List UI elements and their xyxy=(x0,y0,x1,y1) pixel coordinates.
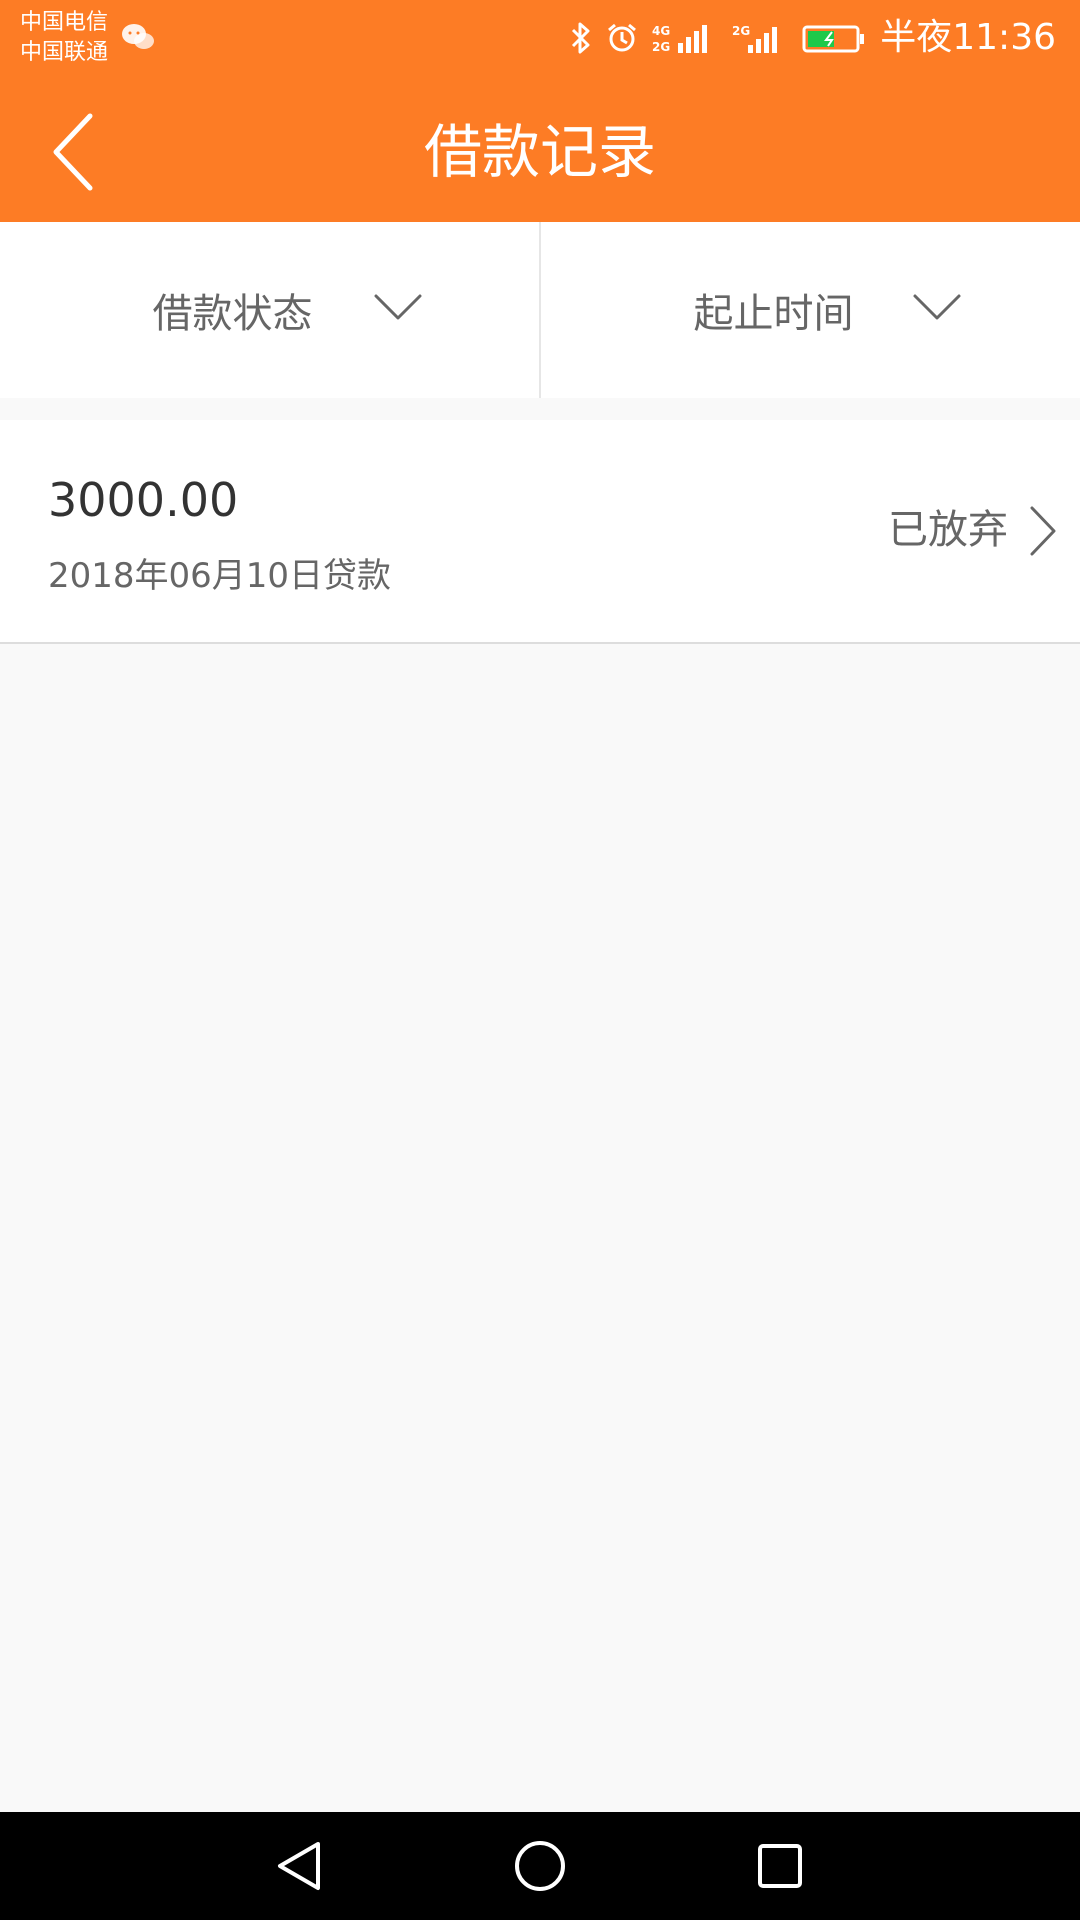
filter-bar: 借款状态 起止时间 xyxy=(0,222,1080,398)
status-icons: 4G 2G 2G 半夜11:36 xyxy=(570,14,1056,62)
app-bar: 借款记录 xyxy=(0,80,1080,222)
filter-label: 借款状态 xyxy=(152,291,313,337)
svg-text:2G: 2G xyxy=(732,24,750,38)
carrier-2: 中国联通 xyxy=(20,40,109,65)
signal-icon: 4G 2G xyxy=(652,24,708,54)
page-title: 借款记录 xyxy=(423,118,656,186)
filter-loan-status[interactable]: 借款状态 xyxy=(0,222,539,398)
chevron-down-icon xyxy=(374,294,422,320)
nav-home-icon[interactable] xyxy=(510,1836,570,1896)
svg-text:2G: 2G xyxy=(652,40,670,54)
battery-icon xyxy=(802,25,865,53)
loan-amount: 3000.00 xyxy=(48,473,239,527)
chevron-down-icon xyxy=(913,294,961,320)
signal-icon: 2G xyxy=(732,24,778,53)
wechat-icon xyxy=(122,24,154,49)
filter-date-range[interactable]: 起止时间 xyxy=(539,222,1080,398)
filter-label: 起止时间 xyxy=(693,291,854,337)
svg-text:4G: 4G xyxy=(652,24,670,38)
alarm-icon xyxy=(608,23,637,52)
bluetooth-icon xyxy=(572,22,590,54)
loan-status: 已放弃 xyxy=(888,507,1008,553)
carrier-1: 中国电信 xyxy=(20,10,109,35)
loan-date: 2018年06月10日贷款 xyxy=(48,556,392,596)
clock: 半夜11:36 xyxy=(880,17,1056,58)
carrier-info: 中国电信 中国联通 xyxy=(20,8,108,68)
navigation-bar xyxy=(0,1812,1080,1920)
nav-recent-icon[interactable] xyxy=(750,1836,810,1896)
screen: 中国电信 中国联通 4G 2G 2G 半夜11:36 借款记录 借款状态 起止时… xyxy=(0,0,1080,1920)
nav-back-icon[interactable] xyxy=(270,1836,330,1896)
list-item[interactable]: 3000.00 2018年06月10日贷款 已放弃 xyxy=(0,420,1080,644)
chevron-right-icon xyxy=(1030,506,1056,556)
status-bar: 中国电信 中国联通 4G 2G 2G 半夜11:36 xyxy=(0,0,1080,80)
